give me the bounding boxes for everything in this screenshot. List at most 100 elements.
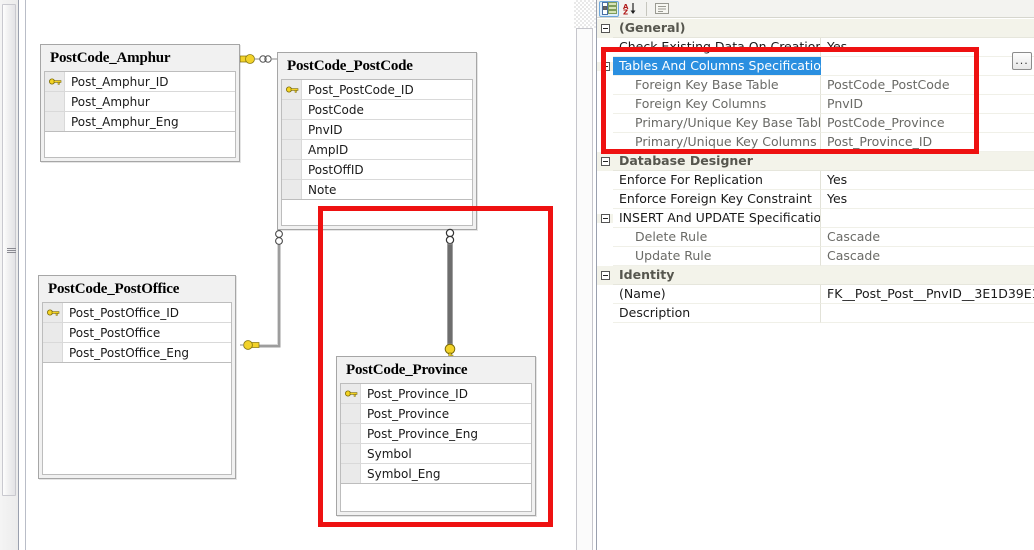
table-title: PostCode_PostOffice	[48, 281, 180, 297]
property-value[interactable]	[821, 304, 1034, 323]
property-value[interactable]: Cascade	[821, 228, 1034, 247]
column-name: PostOffID	[308, 162, 364, 177]
property-name: Delete Rule	[613, 228, 821, 247]
diagram-canvas[interactable]: PostCode_Amphur Post_Amphur_ID Post_Amph…	[26, 0, 574, 550]
column-name: Post_PostOffice_ID	[69, 305, 180, 320]
primary-key-icon	[47, 309, 60, 316]
table-row[interactable]: Post_PostOffice	[43, 323, 231, 343]
column-gutter	[43, 343, 63, 362]
annotation-rectangle-tables-columns-spec	[601, 47, 979, 154]
collapse-expand-icon[interactable]	[597, 157, 613, 166]
column-gutter	[43, 303, 63, 322]
toolbar-separator	[646, 1, 647, 16]
scrollbar-thumb[interactable]	[2, 4, 16, 496]
table-row[interactable]: PnvID	[282, 120, 472, 140]
property-value	[821, 266, 1034, 285]
property-name: (General)	[613, 19, 821, 38]
column-gutter	[282, 160, 302, 179]
property-value[interactable]: Yes	[821, 190, 1034, 209]
property-row[interactable]: Delete Rule Cascade	[597, 228, 1034, 247]
property-name: Enforce Foreign Key Constraint	[613, 190, 821, 209]
property-row[interactable]: Enforce Foreign Key Constraint Yes	[597, 190, 1034, 209]
collapse-expand-icon[interactable]	[597, 24, 613, 33]
table-row[interactable]: Post_Amphur	[45, 92, 235, 112]
column-name: Post_PostOffice_Eng	[69, 345, 190, 360]
collapse-expand-icon[interactable]	[597, 271, 613, 280]
properties-pane: A Z (General) Check Existing Data On Cre…	[596, 0, 1034, 550]
relationship-postcode-postoffice-connector[interactable]	[240, 228, 300, 358]
column-name: Post_PostOffice	[69, 325, 161, 340]
scrollbar-grip-icon	[7, 248, 16, 256]
property-value	[821, 19, 1034, 38]
table-row[interactable]: Post_Amphur_Eng	[45, 112, 235, 132]
property-value[interactable]	[821, 209, 1034, 228]
property-category-row[interactable]: Database Designer	[597, 152, 1034, 171]
column-gutter	[45, 112, 65, 131]
property-name: Identity	[613, 266, 821, 285]
table-columns: Post_PostCode_ID PostCode PnvID AmpID Po…	[281, 79, 473, 200]
column-name: PnvID	[308, 122, 343, 137]
alphabetical-sort-icon[interactable]: A Z	[621, 1, 641, 17]
table-shape-postcode-amphur[interactable]: PostCode_Amphur Post_Amphur_ID Post_Amph…	[40, 44, 240, 162]
property-category-row[interactable]: (General)	[597, 19, 1034, 38]
table-empty-area	[44, 132, 236, 158]
table-columns: Post_PostOffice_ID Post_PostOffice Post_…	[42, 302, 232, 363]
table-title: PostCode_Amphur	[50, 50, 171, 66]
table-title: PostCode_PostCode	[287, 58, 413, 74]
properties-pane-splitter[interactable]	[574, 0, 596, 550]
property-name: Database Designer	[613, 152, 821, 171]
property-name: INSERT And UPDATE Specification	[613, 209, 821, 228]
table-shape-postcode-postcode[interactable]: PostCode_PostCode Post_PostCode_ID PostC…	[277, 52, 477, 230]
table-empty-area	[42, 363, 232, 475]
svg-text:Z: Z	[623, 9, 628, 16]
browse-ellipsis-button[interactable]: ...	[1012, 52, 1032, 70]
property-value[interactable]: FK__Post_Post__PnvID__3E1D39E1	[821, 285, 1034, 304]
canvas-vertical-scrollbar[interactable]	[0, 0, 18, 550]
column-gutter	[282, 120, 302, 139]
column-name: Post_Amphur_Eng	[71, 114, 179, 129]
column-name: Post_Amphur_ID	[71, 74, 169, 89]
canvas-left-divider	[18, 0, 26, 550]
property-row[interactable]: Enforce For Replication Yes	[597, 171, 1034, 190]
table-row[interactable]: PostOffID	[282, 160, 472, 180]
relationship-amphur-postcode-connector[interactable]	[238, 48, 280, 70]
primary-key-icon	[49, 78, 62, 85]
properties-vertical-scrollbar[interactable]	[576, 28, 593, 550]
property-name: Update Rule	[613, 247, 821, 266]
column-gutter	[43, 323, 63, 342]
property-name: Description	[613, 304, 821, 323]
property-name: Enforce For Replication	[613, 171, 821, 190]
properties-toolbar: A Z	[597, 0, 1034, 18]
column-gutter	[282, 80, 302, 99]
annotation-rectangle-province-relationship	[318, 206, 553, 527]
column-name: Note	[308, 182, 337, 197]
table-row[interactable]: Post_PostOffice_ID	[43, 303, 231, 323]
table-shape-postcode-postoffice[interactable]: PostCode_PostOffice Post_PostOffice_ID P…	[38, 275, 236, 479]
table-row[interactable]: Post_PostOffice_Eng	[43, 343, 231, 363]
property-pages-icon[interactable]	[652, 1, 672, 17]
table-row[interactable]: PostCode	[282, 100, 472, 120]
primary-key-icon	[286, 86, 299, 93]
column-name: Post_Amphur	[71, 94, 150, 109]
property-row[interactable]: Description	[597, 304, 1034, 323]
splitter-hatch-icon	[574, 0, 596, 28]
property-value[interactable]: Cascade	[821, 247, 1034, 266]
column-name: Post_PostCode_ID	[308, 82, 414, 97]
table-row[interactable]: AmpID	[282, 140, 472, 160]
database-diagram-designer: PostCode_Amphur Post_Amphur_ID Post_Amph…	[0, 0, 1034, 550]
property-value[interactable]: Yes	[821, 171, 1034, 190]
table-row[interactable]: Post_PostCode_ID	[282, 80, 472, 100]
collapse-expand-icon[interactable]	[597, 214, 613, 223]
column-gutter	[282, 100, 302, 119]
property-row-group[interactable]: INSERT And UPDATE Specification	[597, 209, 1034, 228]
table-row[interactable]: Note	[282, 180, 472, 200]
property-name: (Name)	[613, 285, 821, 304]
table-columns: Post_Amphur_ID Post_Amphur Post_Amphur_E…	[44, 71, 236, 132]
property-category-row[interactable]: Identity	[597, 266, 1034, 285]
property-row[interactable]: Update Rule Cascade	[597, 247, 1034, 266]
categorized-view-icon[interactable]	[599, 0, 619, 17]
table-row[interactable]: Post_Amphur_ID	[45, 72, 235, 92]
property-row[interactable]: (Name) FK__Post_Post__PnvID__3E1D39E1	[597, 285, 1034, 304]
column-gutter	[45, 72, 65, 91]
column-name: PostCode	[308, 102, 364, 117]
